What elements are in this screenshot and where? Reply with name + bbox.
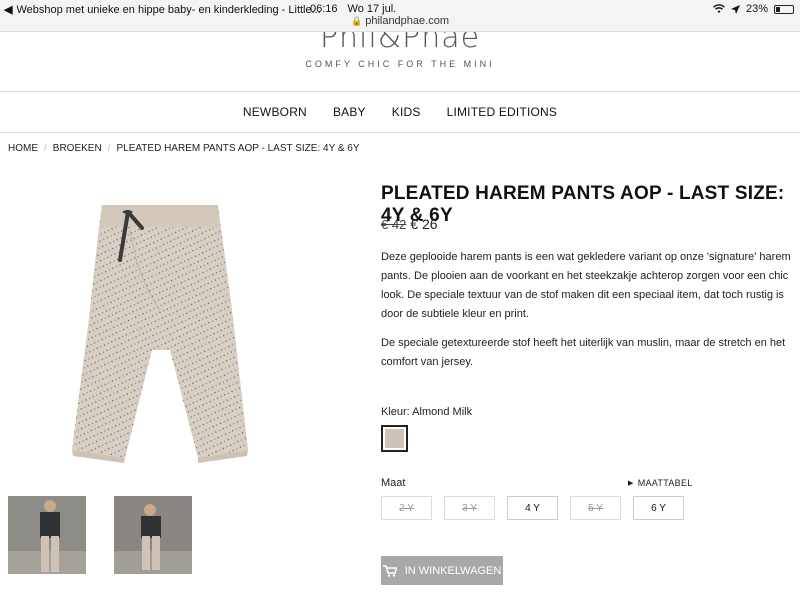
size-option-5y[interactable]: 5 Y bbox=[570, 496, 621, 520]
wifi-icon bbox=[713, 4, 725, 13]
battery-icon bbox=[774, 4, 794, 14]
product-description: Deze geplooide harem pants is een wat ge… bbox=[381, 248, 791, 372]
nav-item-baby[interactable]: BABY bbox=[333, 105, 366, 119]
breadcrumb-separator: / bbox=[107, 143, 111, 154]
breadcrumb-broeken[interactable]: BROEKEN bbox=[53, 143, 102, 154]
size-label: Maat bbox=[381, 477, 406, 489]
clock-time: 06:16 bbox=[310, 3, 338, 15]
product-thumbnail[interactable] bbox=[8, 496, 86, 574]
add-to-cart-button[interactable]: IN WINKELWAGEN bbox=[381, 556, 503, 585]
add-to-cart-label: IN WINKELWAGEN bbox=[404, 564, 502, 577]
tab-title: Webshop met unieke en hippe baby- en kin… bbox=[16, 3, 321, 16]
breadcrumb-separator: / bbox=[44, 143, 47, 154]
location-arrow-icon bbox=[730, 4, 740, 14]
clock-date: Wo 17 jul. bbox=[347, 3, 397, 15]
battery-percentage: 23% bbox=[745, 3, 768, 15]
size-option-4y[interactable]: 4 Y bbox=[507, 496, 558, 520]
product-title: PLEATED HAREM PANTS AOP - LAST SIZE: 4Y … bbox=[381, 183, 785, 226]
product-thumbnail[interactable] bbox=[114, 496, 192, 574]
sale-price: € 26 bbox=[410, 216, 438, 232]
shopping-cart-icon bbox=[382, 564, 397, 577]
description-paragraph: Deze geplooide harem pants is een wat ge… bbox=[381, 251, 791, 320]
site-logo[interactable]: Phil&Phae bbox=[0, 32, 800, 55]
nav-item-newborn[interactable]: NEWBORN bbox=[243, 105, 307, 119]
size-table-link[interactable]: ▶ MAATTABEL bbox=[628, 478, 693, 488]
lock-icon: 🔒 bbox=[350, 16, 363, 26]
breadcrumb-current: PLEATED HAREM PANTS AOP - LAST SIZE: 4Y … bbox=[116, 143, 360, 154]
size-options: 2 Y 3 Y 4 Y 5 Y 6 Y bbox=[381, 496, 684, 520]
site-header: Phil&Phae COMFY CHIC FOR THE MINI bbox=[0, 32, 800, 92]
description-paragraph: De speciale getextureerde stof heeft het… bbox=[381, 337, 786, 368]
old-price: € 42 bbox=[381, 217, 407, 232]
triangle-right-icon: ▶ bbox=[628, 480, 634, 487]
nav-item-kids[interactable]: KIDS bbox=[392, 105, 421, 119]
size-option-2y[interactable]: 2 Y bbox=[381, 496, 432, 520]
status-bar: ◀ Webshop met unieke en hippe baby- en k… bbox=[0, 0, 800, 32]
size-table-label: MAATTABEL bbox=[637, 478, 693, 488]
color-swatch-almond-milk[interactable] bbox=[381, 425, 408, 452]
color-label: Kleur: Almond Milk bbox=[381, 406, 473, 418]
nav-item-limited-editions[interactable]: LIMITED EDITIONS bbox=[447, 105, 558, 119]
url-text: philandphae.com bbox=[365, 15, 449, 27]
breadcrumb-home[interactable]: HOME bbox=[8, 143, 38, 154]
size-option-3y[interactable]: 3 Y bbox=[444, 496, 495, 520]
breadcrumb: HOME / BROEKEN / PLEATED HAREM PANTS AOP… bbox=[8, 143, 360, 154]
size-option-6y[interactable]: 6 Y bbox=[633, 496, 684, 520]
product-main-image[interactable] bbox=[70, 200, 250, 465]
product-price: € 42 € 26 bbox=[381, 216, 438, 232]
main-nav: NEWBORN BABY KIDS LIMITED EDITIONS bbox=[0, 92, 800, 133]
address-bar[interactable]: 🔒 philandphae.com bbox=[0, 15, 800, 27]
site-tagline: COMFY CHIC FOR THE MINI bbox=[305, 59, 495, 69]
